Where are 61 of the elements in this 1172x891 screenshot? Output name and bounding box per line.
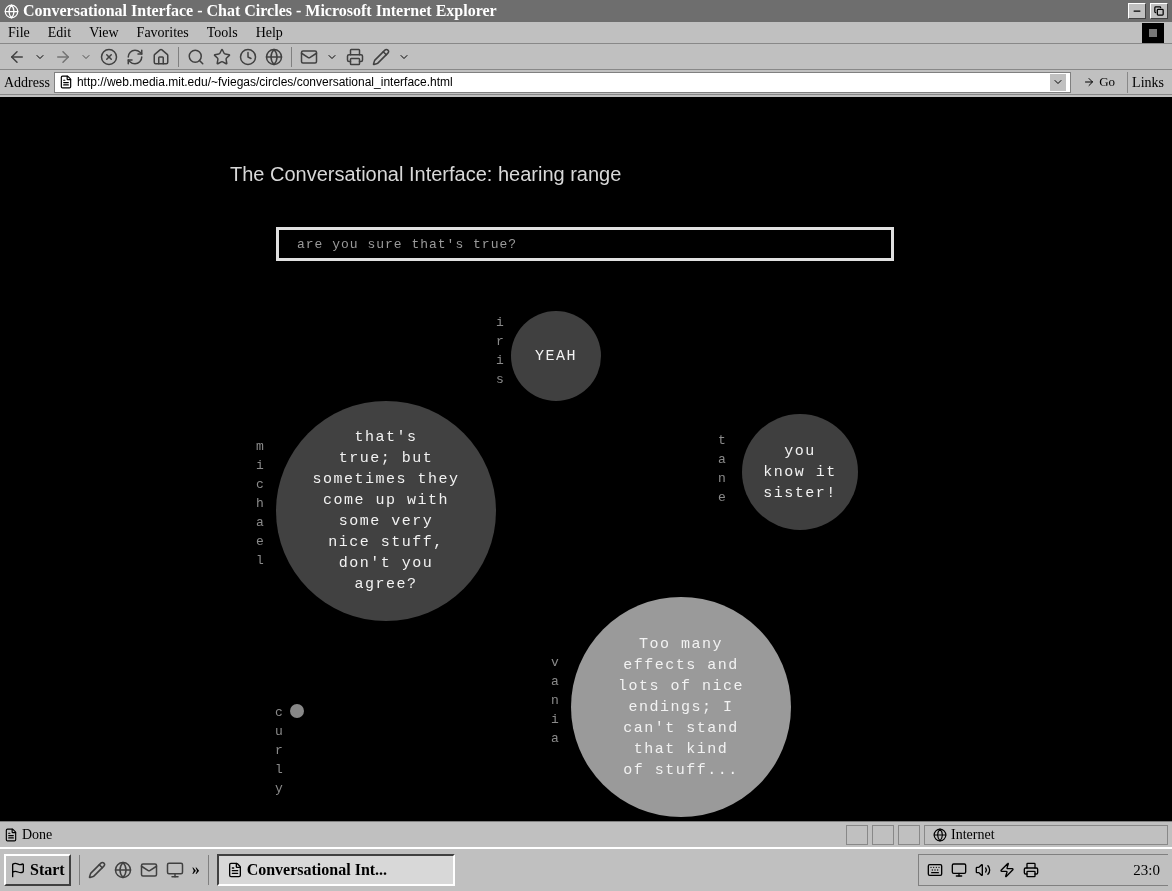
globe-icon xyxy=(933,827,947,842)
menu-item[interactable]: Tools xyxy=(206,22,238,43)
menu-item[interactable]: View xyxy=(89,22,119,43)
menu-item[interactable]: File xyxy=(8,22,30,43)
page-icon xyxy=(58,75,73,89)
links-button[interactable]: Links xyxy=(1127,71,1168,93)
status-panel xyxy=(898,824,920,845)
window-title: Conversational Interface - Chat Circles - Microsoft Internet Explorer xyxy=(23,1,497,22)
menu-item[interactable]: Help xyxy=(255,22,283,43)
status-panel xyxy=(872,824,894,845)
print-icon[interactable] xyxy=(346,47,364,66)
more-button[interactable]: » xyxy=(191,858,200,882)
mail-icon[interactable] xyxy=(300,47,318,66)
keyboard-icon[interactable] xyxy=(927,862,943,878)
restore-icon xyxy=(1154,6,1164,16)
page-heading: The Conversational Interface: hearing range xyxy=(230,162,623,187)
chat-message: you know it sister! xyxy=(763,441,837,504)
taskbar-task[interactable]: Conversational Int... xyxy=(216,854,455,886)
refresh-icon[interactable] xyxy=(126,47,144,66)
clock-icon[interactable] xyxy=(239,47,257,66)
monitor-icon[interactable] xyxy=(165,861,184,879)
search-icon[interactable] xyxy=(187,47,205,66)
globe-icon[interactable] xyxy=(113,861,132,879)
edit-icon[interactable] xyxy=(372,47,390,66)
address-field[interactable]: http://web.media.mit.edu/~fviegas/circles/conversational_interface.html xyxy=(53,71,1072,93)
status-panel xyxy=(846,824,868,845)
menu-item[interactable]: Favorites xyxy=(136,22,189,43)
restore-button[interactable] xyxy=(1150,3,1168,19)
page-icon xyxy=(4,3,19,19)
chat-message: Too many effects and lots of nice endings; I can't stand that kind of stuff... xyxy=(618,634,744,781)
zone-text: Internet xyxy=(951,826,995,844)
printer-icon[interactable] xyxy=(1023,862,1039,878)
stop-icon[interactable] xyxy=(100,47,118,66)
arrow-icon xyxy=(1083,76,1096,88)
chat-message: that's true; but sometimes they come up with some very nice stuff, don't you agree? xyxy=(312,428,460,595)
minimize-button[interactable] xyxy=(1128,3,1146,19)
address-label: Address xyxy=(4,73,50,92)
user-name: curly xyxy=(275,704,283,798)
go-button[interactable]: Go xyxy=(1075,72,1124,92)
mail-icon[interactable] xyxy=(139,861,158,879)
page-icon xyxy=(226,862,243,878)
lightning-icon[interactable] xyxy=(999,862,1015,878)
user-name: tane xyxy=(718,432,726,507)
menu-item[interactable]: Edit xyxy=(47,22,72,43)
user-name: michael xyxy=(256,438,264,570)
chat-input[interactable]: are you sure that's true? xyxy=(276,227,894,261)
start-button[interactable]: Start xyxy=(4,854,71,886)
speaker-icon[interactable] xyxy=(975,862,991,878)
monitor-icon[interactable] xyxy=(951,862,967,878)
user-name: vania xyxy=(551,654,559,748)
flag-icon xyxy=(10,862,26,878)
home-icon[interactable] xyxy=(152,47,170,66)
globe-icon[interactable] xyxy=(265,47,283,66)
user-name: iris xyxy=(496,314,504,389)
star-icon[interactable] xyxy=(213,47,231,66)
pencil-icon[interactable] xyxy=(87,861,106,879)
dropdown-button[interactable] xyxy=(1050,73,1067,91)
page-icon xyxy=(4,827,18,842)
chat-message: YEAH xyxy=(535,346,577,367)
clock: 23:0 xyxy=(1133,860,1160,880)
status-text: Done xyxy=(22,826,54,844)
